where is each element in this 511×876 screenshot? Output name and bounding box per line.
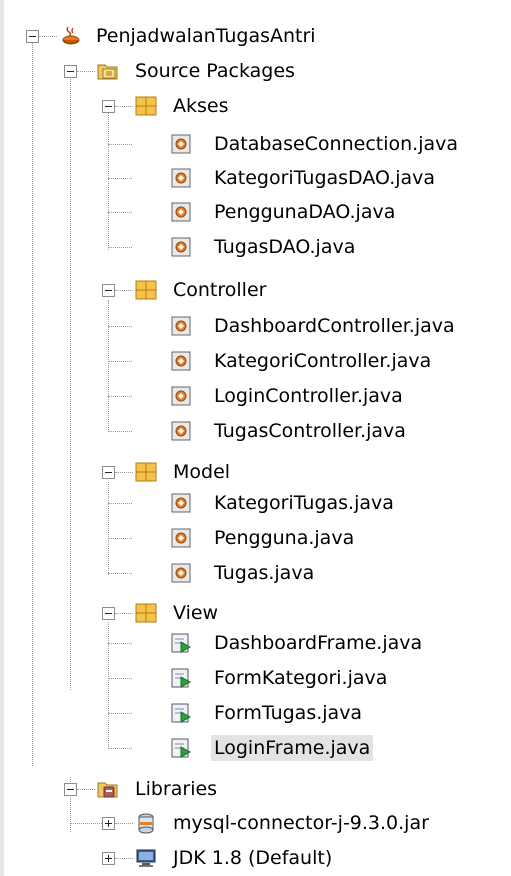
tree-connector — [108, 503, 132, 504]
package-icon — [135, 603, 157, 623]
java-file-label[interactable]: DashboardFrame.java — [211, 630, 425, 656]
collapse-toggle[interactable] — [102, 284, 115, 297]
package-label-view[interactable]: View — [170, 600, 221, 626]
java-file-label[interactable]: PenggunaDAO.java — [211, 199, 398, 225]
java-class-icon — [171, 202, 191, 222]
collapse-toggle[interactable] — [102, 100, 115, 113]
tree-guide-line — [108, 300, 109, 432]
tree-connector — [39, 36, 57, 37]
java-file-label[interactable]: KategoriTugasDAO.java — [211, 165, 438, 191]
tree-connector — [108, 212, 132, 213]
java-class-icon — [171, 421, 191, 441]
package-icon — [135, 96, 157, 116]
source-packages-folder-icon — [97, 64, 118, 80]
tree-connector — [108, 538, 132, 539]
java-file-label[interactable]: Pengguna.java — [211, 525, 357, 551]
collapse-toggle[interactable] — [64, 65, 77, 78]
collapse-toggle[interactable] — [26, 30, 39, 43]
tree-connector — [115, 106, 133, 107]
package-label-model[interactable]: Model — [170, 459, 233, 485]
library-jdk-label[interactable]: JDK 1.8 (Default) — [170, 845, 335, 871]
tree-connector — [108, 144, 132, 145]
java-file-label[interactable]: TugasController.java — [211, 418, 409, 444]
package-icon — [135, 280, 157, 300]
libraries-label[interactable]: Libraries — [132, 776, 220, 802]
expand-toggle[interactable] — [102, 817, 115, 830]
tree-connector — [115, 858, 133, 859]
expand-toggle[interactable] — [102, 852, 115, 865]
java-class-icon — [171, 351, 191, 371]
tree-connector — [70, 823, 102, 824]
java-file-label[interactable]: LoginController.java — [211, 383, 406, 409]
library-jar-label[interactable]: mysql-connector-j-9.3.0.jar — [170, 810, 432, 836]
tree-connector — [108, 247, 132, 248]
tree-connector — [108, 748, 132, 749]
java-file-label[interactable]: FormKategori.java — [211, 665, 390, 691]
collapse-toggle[interactable] — [102, 466, 115, 479]
java-file-label[interactable]: DatabaseConnection.java — [211, 131, 461, 157]
java-file-label-selected[interactable]: LoginFrame.java — [211, 735, 374, 761]
tree-guide-line — [32, 42, 33, 766]
tree-guide-line — [108, 622, 109, 749]
tree-guide-line — [70, 77, 71, 690]
tree-guide-line — [108, 113, 109, 250]
java-file-label[interactable]: Tugas.java — [211, 560, 317, 586]
jframe-form-icon — [171, 633, 192, 653]
java-file-label[interactable]: TugasDAO.java — [211, 234, 358, 260]
collapse-toggle[interactable] — [64, 783, 77, 796]
java-class-icon — [171, 168, 191, 188]
package-icon — [135, 462, 157, 482]
tree-connector — [108, 178, 132, 179]
tree-connector — [115, 290, 133, 291]
java-class-icon — [171, 528, 191, 548]
tree-connector — [108, 678, 132, 679]
java-file-label[interactable]: KategoriController.java — [211, 348, 434, 374]
source-packages-label[interactable]: Source Packages — [132, 58, 298, 84]
java-class-icon — [171, 386, 191, 406]
project-tree: PenjadwalanTugasAntri Source Packages Ak… — [0, 0, 511, 876]
package-label-akses[interactable]: Akses — [170, 93, 232, 119]
tree-connector — [115, 823, 133, 824]
tree-connector — [115, 472, 133, 473]
tree-connector — [108, 713, 132, 714]
tree-connector — [108, 396, 132, 397]
tree-connector — [115, 613, 133, 614]
java-file-label[interactable]: KategoriTugas.java — [211, 490, 397, 516]
java-class-icon — [171, 316, 191, 336]
tree-connector — [108, 573, 132, 574]
java-class-icon — [171, 493, 191, 513]
jframe-form-icon — [171, 738, 192, 758]
tree-connector — [77, 789, 95, 790]
project-label[interactable]: PenjadwalanTugasAntri — [93, 23, 319, 49]
java-file-label[interactable]: DashboardController.java — [211, 313, 458, 339]
java-class-icon — [171, 134, 191, 154]
jframe-form-icon — [171, 703, 192, 723]
tree-connector — [108, 431, 132, 432]
collapse-toggle[interactable] — [102, 607, 115, 620]
java-class-icon — [171, 563, 191, 583]
tree-connector — [108, 361, 132, 362]
jframe-form-icon — [171, 668, 192, 688]
jar-file-icon — [138, 813, 154, 834]
tree-guide-line — [108, 482, 109, 575]
tree-connector — [108, 326, 132, 327]
java-file-label[interactable]: FormTugas.java — [211, 700, 365, 726]
java-class-icon — [171, 237, 191, 257]
tree-connector — [77, 71, 95, 72]
jdk-platform-icon — [136, 849, 156, 867]
libraries-folder-icon — [97, 782, 118, 798]
tree-connector — [108, 643, 132, 644]
java-project-icon — [62, 26, 80, 45]
package-label-controller[interactable]: Controller — [170, 277, 269, 303]
